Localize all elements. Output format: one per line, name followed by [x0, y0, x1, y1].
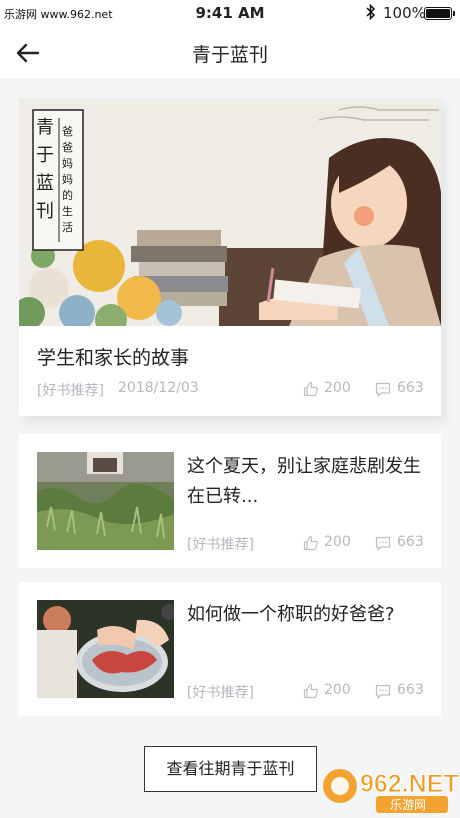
comment-icon[interactable] [375, 536, 391, 552]
svg-text:962.NET: 962.NET [360, 770, 458, 798]
article-title: 这个夏天，别让家庭悲剧发生在已转... [187, 456, 421, 507]
article-comment-count: 663 [397, 682, 424, 698]
svg-text:乐游网: 乐游网 [390, 798, 426, 812]
comment-icon[interactable] [375, 382, 391, 398]
like-icon[interactable] [303, 683, 319, 699]
page-title: 青于蓝刊 [191, 44, 268, 66]
nav-bar: 青于蓝刊 [0, 28, 460, 78]
article-card[interactable]: 这个夏天，别让家庭悲剧发生在已转... [好书推荐] 200 663 [19, 434, 441, 568]
article-tag: [好书推荐] [187, 685, 254, 701]
view-archive-button[interactable]: 查看往期青于蓝刊 [144, 746, 317, 792]
battery-percent: 100% [383, 4, 426, 22]
featured-article-card[interactable]: 青于蓝刊 爸爸妈妈的生活 学生和家长的故事 [好书推荐] 2018/12/03 … [19, 98, 441, 416]
article-like-count: 200 [324, 534, 351, 550]
article-tag: [好书推荐] [187, 537, 254, 553]
featured-banner-image: 青于蓝刊 爸爸妈妈的生活 [19, 98, 441, 326]
status-bar: 乐游网 www.962.net 9:41 AM 100% [0, 0, 460, 28]
article-thumbnail [37, 600, 174, 698]
article-like-count: 200 [324, 682, 351, 698]
featured-date: 2018/12/03 [118, 380, 199, 396]
bluetooth-icon [366, 3, 376, 24]
featured-title: 学生和家长的故事 [37, 347, 190, 369]
article-thumbnail [37, 452, 174, 550]
article-comment-count: 663 [397, 534, 424, 550]
banner-vertical-title: 青于蓝刊 [36, 117, 54, 222]
banner-vertical-subtitle: 爸爸妈妈的生活 [62, 125, 73, 234]
like-icon[interactable] [303, 535, 319, 551]
comment-icon[interactable] [375, 684, 391, 700]
featured-comment-count: 663 [397, 380, 424, 396]
featured-like-count: 200 [324, 380, 351, 396]
article-card[interactable]: 如何做一个称职的好爸爸? [好书推荐] 200 663 [19, 582, 441, 716]
watermark-logo: 962.NET 乐游网 [320, 762, 459, 814]
like-icon[interactable] [303, 381, 319, 397]
article-title: 如何做一个称职的好爸爸? [187, 604, 395, 625]
featured-tag: [好书推荐] [37, 383, 104, 399]
battery-icon [424, 7, 455, 20]
